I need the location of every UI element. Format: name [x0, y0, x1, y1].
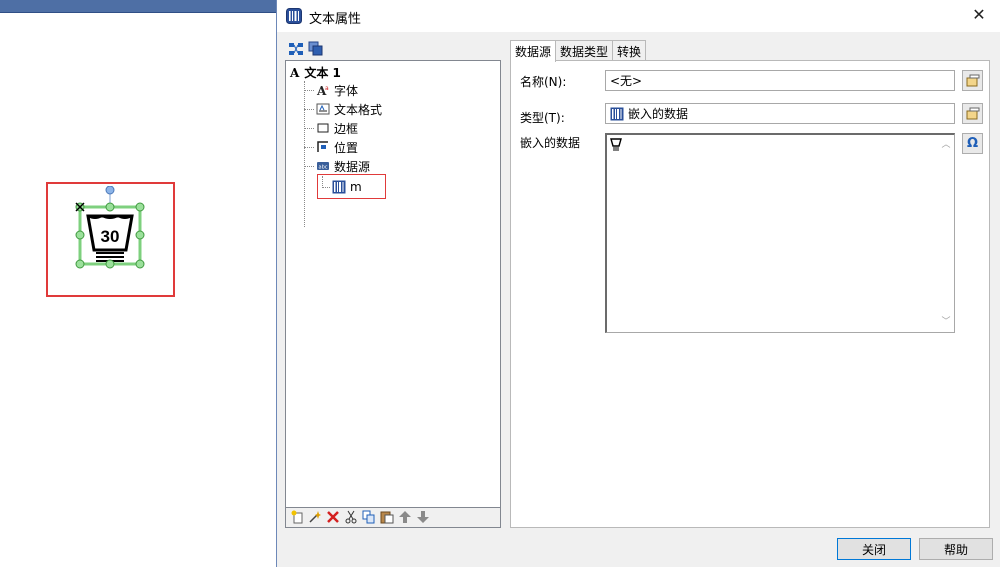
- tree-root[interactable]: A 文本 1: [290, 64, 341, 81]
- embedded-data-label: 嵌入的数据: [520, 136, 581, 150]
- dialog-title: 文本属性: [309, 12, 362, 27]
- type-field[interactable]: 嵌入的数据: [605, 103, 955, 124]
- data-source-panel: 名称(N): <无> 类型(T): 嵌入的数据 嵌入的数据 ︿ ﹀ Ω: [510, 60, 990, 528]
- layers-icon[interactable]: [308, 41, 324, 57]
- barcode-data-icon: [610, 107, 624, 120]
- data-source-icon: abc: [316, 159, 330, 173]
- tree-item-text-format[interactable]: 文本格式: [304, 100, 382, 118]
- tree-item-label: 字体: [334, 83, 359, 98]
- paste-icon[interactable]: [380, 510, 394, 524]
- property-tabs: 数据源 数据类型 转换: [510, 40, 647, 62]
- browse-icon: [966, 74, 979, 86]
- help-button[interactable]: 帮助: [919, 538, 993, 560]
- tree-toolbar: [288, 40, 501, 60]
- wash-symbol-number: 30: [101, 227, 120, 246]
- omega-icon: Ω: [966, 136, 979, 151]
- position-icon: [316, 140, 330, 154]
- tree-bottom-toolbar: [285, 508, 501, 528]
- border-icon: [316, 121, 330, 135]
- dialog-titlebar: 文本属性 ✕: [277, 0, 1000, 32]
- name-value: <无>: [610, 74, 643, 88]
- name-field[interactable]: <无>: [605, 70, 955, 91]
- text-properties-dialog: 文本属性 ✕ A 文本 1 Aa 字体 文本格式 边框 位置 abc 数据源 m…: [276, 0, 1000, 567]
- name-browse-button[interactable]: [962, 70, 983, 91]
- name-label: 名称(N):: [520, 75, 567, 89]
- wash-symbol-glyph: [610, 137, 622, 154]
- move-down-icon[interactable]: [416, 510, 430, 524]
- tree-item-data-source[interactable]: abc 数据源: [304, 157, 370, 175]
- wizard-icon[interactable]: [308, 510, 322, 524]
- tree-item-label: 文本格式: [334, 102, 383, 117]
- font-icon: Aa: [316, 83, 330, 98]
- new-icon[interactable]: [291, 510, 305, 524]
- tree-item-border[interactable]: 边框: [304, 119, 358, 137]
- text-object-icon: A: [290, 66, 300, 80]
- tree-item-label: 位置: [334, 140, 359, 155]
- type-value: 嵌入的数据: [628, 107, 689, 121]
- scroll-down-icon[interactable]: ﹀: [940, 316, 952, 328]
- close-button[interactable]: 关闭: [837, 538, 911, 560]
- background-window-titlebar: [0, 0, 280, 13]
- svg-text:abc: abc: [319, 165, 328, 171]
- wash-30-icon[interactable]: 30: [70, 185, 150, 270]
- tree-item-label: 边框: [334, 121, 359, 136]
- tree-child-highlight: [317, 174, 386, 199]
- tree-item-font[interactable]: Aa 字体: [304, 81, 358, 99]
- tree-item-label: 数据源: [334, 159, 371, 174]
- move-up-icon[interactable]: [398, 510, 412, 524]
- tree-item-position[interactable]: 位置: [304, 138, 358, 156]
- browse-icon: [966, 107, 979, 119]
- tab-data-source[interactable]: 数据源: [510, 40, 557, 62]
- tree-view-icon[interactable]: [288, 41, 304, 57]
- embedded-data-textarea[interactable]: ︿ ﹀: [605, 133, 955, 333]
- app-icon: [286, 8, 302, 24]
- cut-icon[interactable]: [344, 510, 358, 524]
- copy-icon[interactable]: [362, 510, 376, 524]
- type-label: 类型(T):: [520, 111, 565, 125]
- close-icon[interactable]: ✕: [969, 5, 989, 25]
- type-browse-button[interactable]: [962, 103, 983, 124]
- tree-root-label: 文本 1: [304, 66, 341, 80]
- svg-text:a: a: [325, 85, 329, 92]
- delete-icon[interactable]: [326, 510, 340, 524]
- insert-symbol-button[interactable]: Ω: [962, 133, 983, 154]
- text-format-icon: [316, 102, 330, 116]
- tab-convert[interactable]: 转换: [612, 40, 647, 61]
- property-tree: A 文本 1 Aa 字体 文本格式 边框 位置 abc 数据源 m: [285, 60, 501, 508]
- tab-data-type[interactable]: 数据类型: [555, 40, 614, 61]
- scroll-up-icon[interactable]: ︿: [940, 139, 952, 151]
